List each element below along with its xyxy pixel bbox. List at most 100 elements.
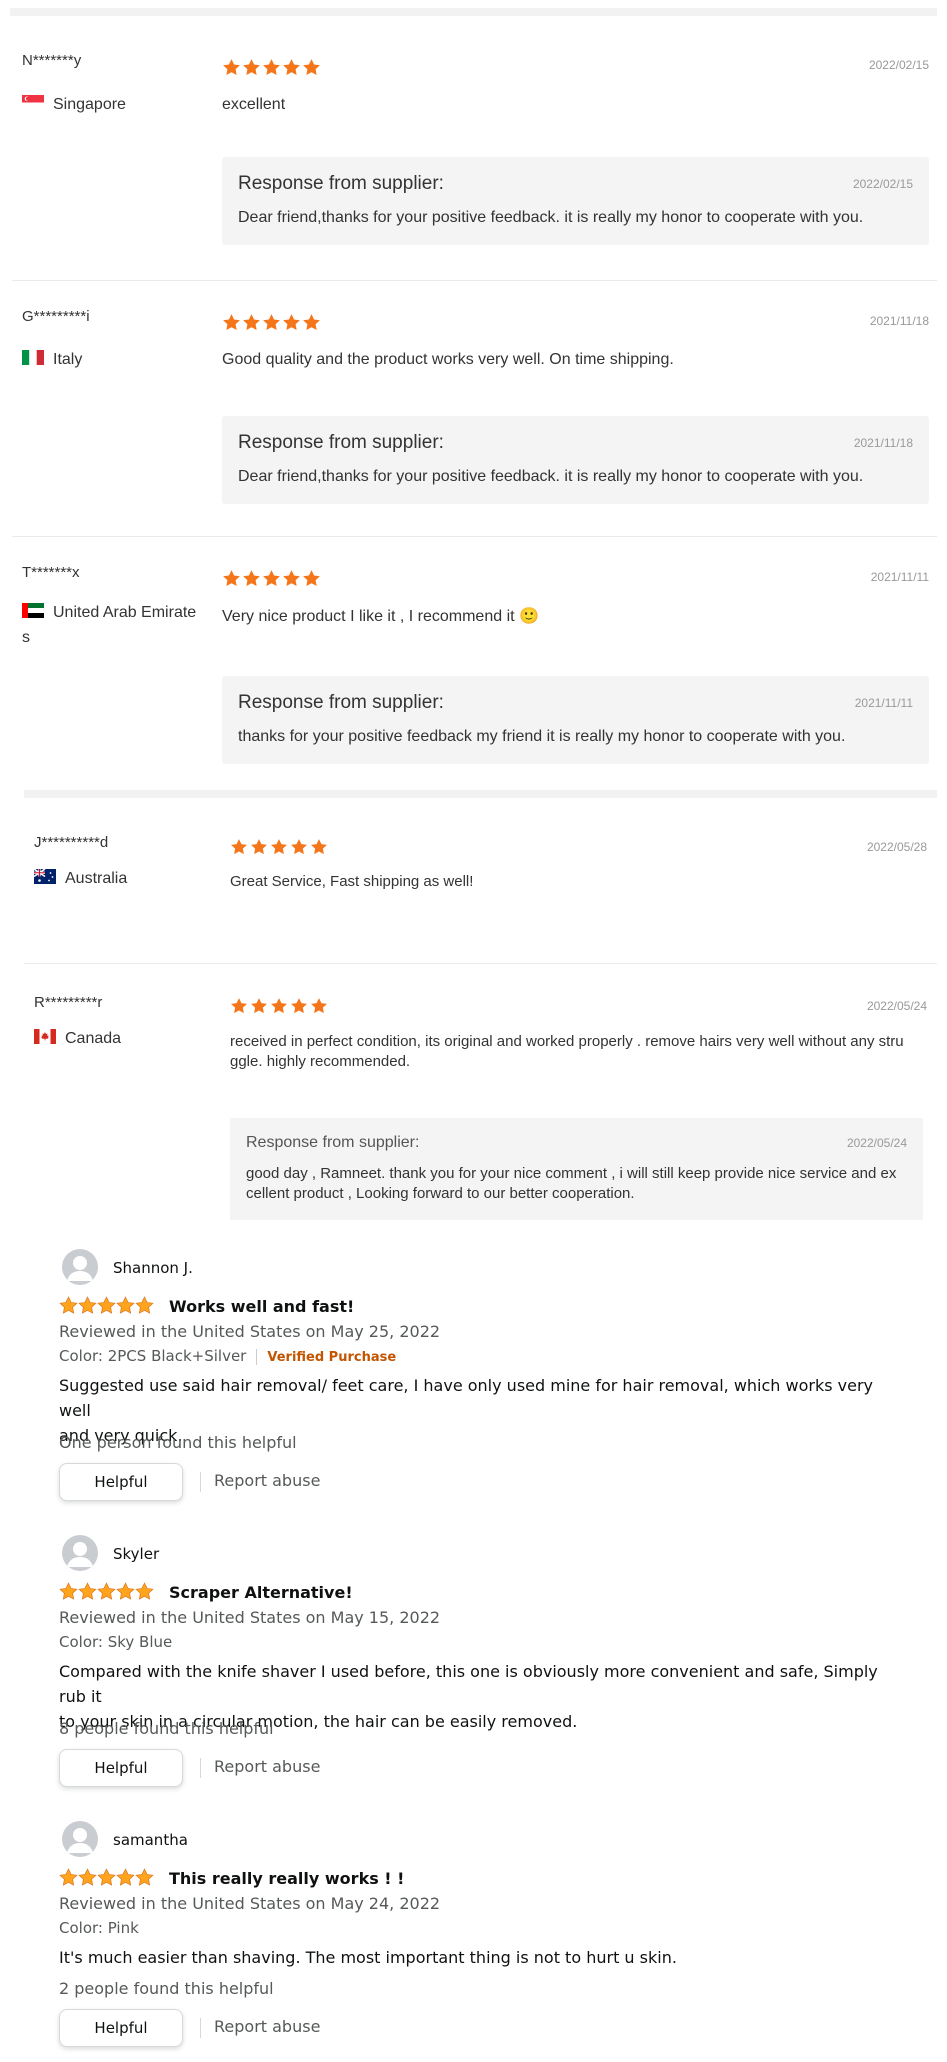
country-name: Singapore bbox=[53, 96, 126, 113]
section-divider bbox=[24, 790, 937, 798]
product-variant: Color: 2PCS Black+Silver Verified Purchas… bbox=[59, 1347, 396, 1365]
supplier-response: Response from supplier: 2022/02/15 Dear … bbox=[222, 157, 929, 245]
star-icon bbox=[242, 313, 261, 332]
star-icon bbox=[116, 1296, 135, 1315]
star-icon bbox=[135, 1296, 154, 1315]
avatar bbox=[62, 1249, 98, 1285]
star-icon bbox=[242, 58, 261, 77]
star-rating bbox=[230, 838, 330, 861]
star-icon bbox=[250, 997, 268, 1015]
star-icon bbox=[270, 838, 288, 856]
italy-flag-icon bbox=[22, 350, 44, 366]
store-review: J**********d Australia 2022/05/28 Great … bbox=[24, 798, 937, 963]
review-title[interactable]: Scraper Alternative! bbox=[169, 1583, 353, 1602]
response-body: good day , Ramneet. thank you for your n… bbox=[246, 1164, 911, 1204]
response-body: Dear friend,thanks for your positive fee… bbox=[238, 468, 864, 485]
response-title: Response from supplier: bbox=[246, 1134, 420, 1151]
star-icon bbox=[222, 58, 241, 77]
review-date: 2022/05/28 bbox=[866, 840, 927, 854]
report-abuse-link[interactable]: Report abuse bbox=[214, 1757, 320, 1776]
star-icon bbox=[230, 838, 248, 856]
star-icon bbox=[302, 569, 321, 588]
reviewer-name: samantha bbox=[113, 1831, 188, 1849]
response-title: Response from supplier: bbox=[238, 173, 444, 194]
star-icon bbox=[59, 1868, 78, 1887]
star-icon bbox=[270, 997, 288, 1015]
star-rating bbox=[59, 1296, 154, 1319]
uae-flag-icon bbox=[22, 603, 44, 619]
star-rating bbox=[230, 997, 330, 1020]
canada-flag-icon bbox=[34, 1029, 56, 1045]
star-icon bbox=[78, 1868, 97, 1887]
helpful-button[interactable]: Helpful bbox=[59, 1749, 183, 1787]
response-title: Response from supplier: bbox=[238, 692, 444, 713]
separator bbox=[200, 1472, 201, 1492]
star-icon bbox=[59, 1296, 78, 1315]
star-icon bbox=[302, 58, 321, 77]
response-line2: cellent product , Looking forward to our… bbox=[246, 1185, 635, 1202]
star-icon bbox=[97, 1868, 116, 1887]
product-variant: Color: Pink bbox=[59, 1919, 139, 1937]
reviewer-name: Skyler bbox=[113, 1545, 160, 1563]
star-rating bbox=[59, 1582, 154, 1605]
country-name: Australia bbox=[65, 870, 128, 887]
supplier-review: N*******y Singapore 2022/02/15 excellent… bbox=[12, 16, 937, 281]
star-icon bbox=[242, 569, 261, 588]
review-location-date: Reviewed in the United States on May 25,… bbox=[59, 1322, 441, 1341]
star-icon bbox=[97, 1582, 116, 1601]
supplier-response: Response from supplier: 2021/11/18 Dear … bbox=[222, 416, 929, 504]
star-icon bbox=[59, 1582, 78, 1601]
review-text-line1: received in perfect condition, its origi… bbox=[230, 1033, 904, 1050]
review-title[interactable]: Works well and fast! bbox=[169, 1297, 354, 1316]
helpful-button[interactable]: Helpful bbox=[59, 2009, 183, 2047]
supplier-review: T*******x United Arab Emirate s 2021/11/1… bbox=[12, 536, 937, 790]
star-rating bbox=[222, 569, 322, 593]
report-abuse-link[interactable]: Report abuse bbox=[214, 1471, 320, 1490]
review-location-date: Reviewed in the United States on May 24,… bbox=[59, 1894, 441, 1913]
customer-review: samantha This really really works ! ! Re… bbox=[59, 1821, 929, 2061]
helpful-count: 2 people found this helpful bbox=[59, 1979, 274, 1998]
star-icon bbox=[135, 1868, 154, 1887]
smile-emoji-icon: 🙂 bbox=[519, 608, 539, 625]
star-icon bbox=[262, 58, 281, 77]
star-icon bbox=[116, 1582, 135, 1601]
reviewer-name: T*******x bbox=[22, 564, 80, 581]
supplier-response: Response from supplier: 2021/11/11 thank… bbox=[222, 676, 929, 764]
star-icon bbox=[302, 313, 321, 332]
report-abuse-link[interactable]: Report abuse bbox=[214, 2017, 320, 2036]
star-icon bbox=[135, 1582, 154, 1601]
review-content: Very nice product I like it , I recommen… bbox=[222, 606, 539, 626]
star-icon bbox=[78, 1582, 97, 1601]
star-icon bbox=[250, 838, 268, 856]
reviewer-name: G*********i bbox=[22, 308, 90, 325]
star-icon bbox=[97, 1296, 116, 1315]
supplier-review: G*********i Italy 2021/11/18 Good qualit… bbox=[12, 280, 937, 537]
star-icon bbox=[282, 313, 301, 332]
response-title: Response from supplier: bbox=[238, 432, 444, 453]
review-title[interactable]: This really really works ! ! bbox=[169, 1869, 404, 1888]
reviewer-name: J**********d bbox=[34, 834, 109, 851]
star-icon bbox=[282, 569, 301, 588]
user-avatar-icon bbox=[67, 1542, 93, 1567]
separator bbox=[256, 1348, 258, 1365]
review-date: 2022/05/24 bbox=[866, 999, 927, 1013]
star-icon bbox=[222, 569, 241, 588]
helpful-count: 8 people found this helpful bbox=[59, 1719, 274, 1738]
review-date: 2022/02/15 bbox=[868, 58, 929, 72]
verified-purchase-badge: Verified Purchase bbox=[267, 1350, 397, 1365]
star-icon bbox=[310, 997, 328, 1015]
review-body-line1: Suggested use said hair removal/ feet ca… bbox=[59, 1376, 874, 1420]
review-location-date: Reviewed in the United States on May 15,… bbox=[59, 1608, 441, 1627]
review-content: Great Service, Fast shipping as well! bbox=[230, 873, 474, 890]
avatar bbox=[62, 1821, 98, 1857]
review-text-line2: ggle. highly recommended. bbox=[230, 1053, 411, 1070]
reviewer-name: R*********r bbox=[34, 994, 103, 1011]
star-icon bbox=[262, 569, 281, 588]
helpful-button[interactable]: Helpful bbox=[59, 1463, 183, 1501]
star-icon bbox=[230, 997, 248, 1015]
star-icon bbox=[290, 838, 308, 856]
customer-review: Shannon J. Works well and fast! Reviewed… bbox=[59, 1249, 929, 1507]
star-icon bbox=[290, 997, 308, 1015]
separator bbox=[200, 1758, 201, 1778]
reviewer-country: Australia bbox=[34, 869, 128, 888]
